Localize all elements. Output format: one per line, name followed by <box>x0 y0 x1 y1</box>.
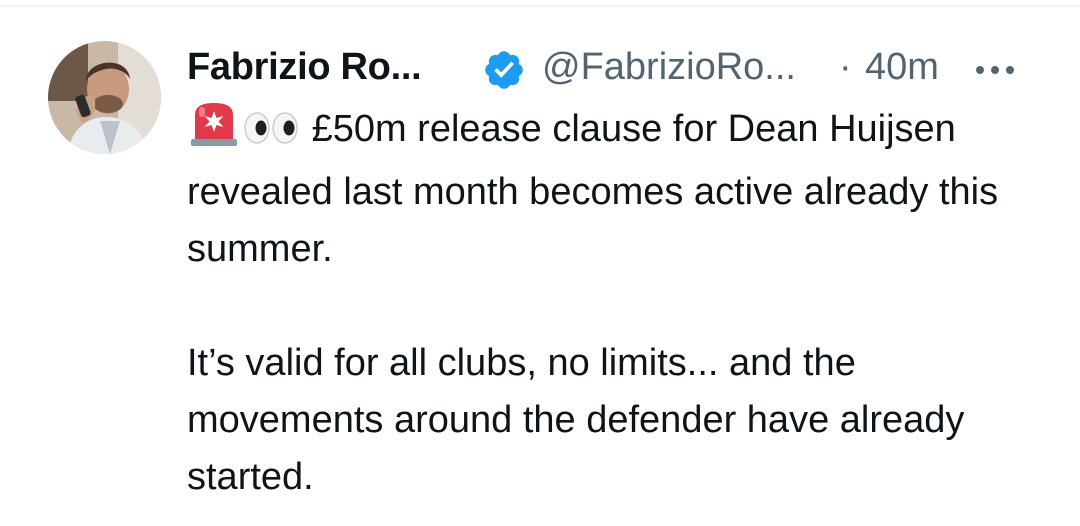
verified-badge-icon[interactable] <box>482 48 526 92</box>
separator-dot: · <box>839 46 852 88</box>
avatar-photo-icon <box>48 41 161 154</box>
rotating-light-emoji <box>187 101 241 164</box>
tweet-paragraph-2: It’s valid for all clubs, no limits... a… <box>187 335 1047 506</box>
tweet-text-line-1: £50m release clause for Dean Huijsen rev… <box>187 108 999 270</box>
more-options-icon[interactable] <box>972 52 1018 88</box>
tweet-header: Fabrizio Ro... @FabrizioRo... · 40m <box>187 44 1047 96</box>
author-avatar[interactable] <box>48 41 161 154</box>
tweet-text-line-2: It’s valid for all clubs, no limits... a… <box>187 342 965 498</box>
author-handle[interactable]: @FabrizioRo... <box>542 46 796 89</box>
tweet-paragraph-1: £50m release clause for Dean Huijsen rev… <box>187 101 1047 278</box>
tweet-card[interactable]: Fabrizio Ro... @FabrizioRo... · 40m £50m… <box>0 0 1080 526</box>
tweet-body: £50m release clause for Dean Huijsen rev… <box>187 101 1047 506</box>
tweet-timestamp[interactable]: 40m <box>865 46 939 89</box>
author-display-name[interactable]: Fabrizio Ro... <box>187 46 422 89</box>
eyes-emoji <box>241 107 301 164</box>
